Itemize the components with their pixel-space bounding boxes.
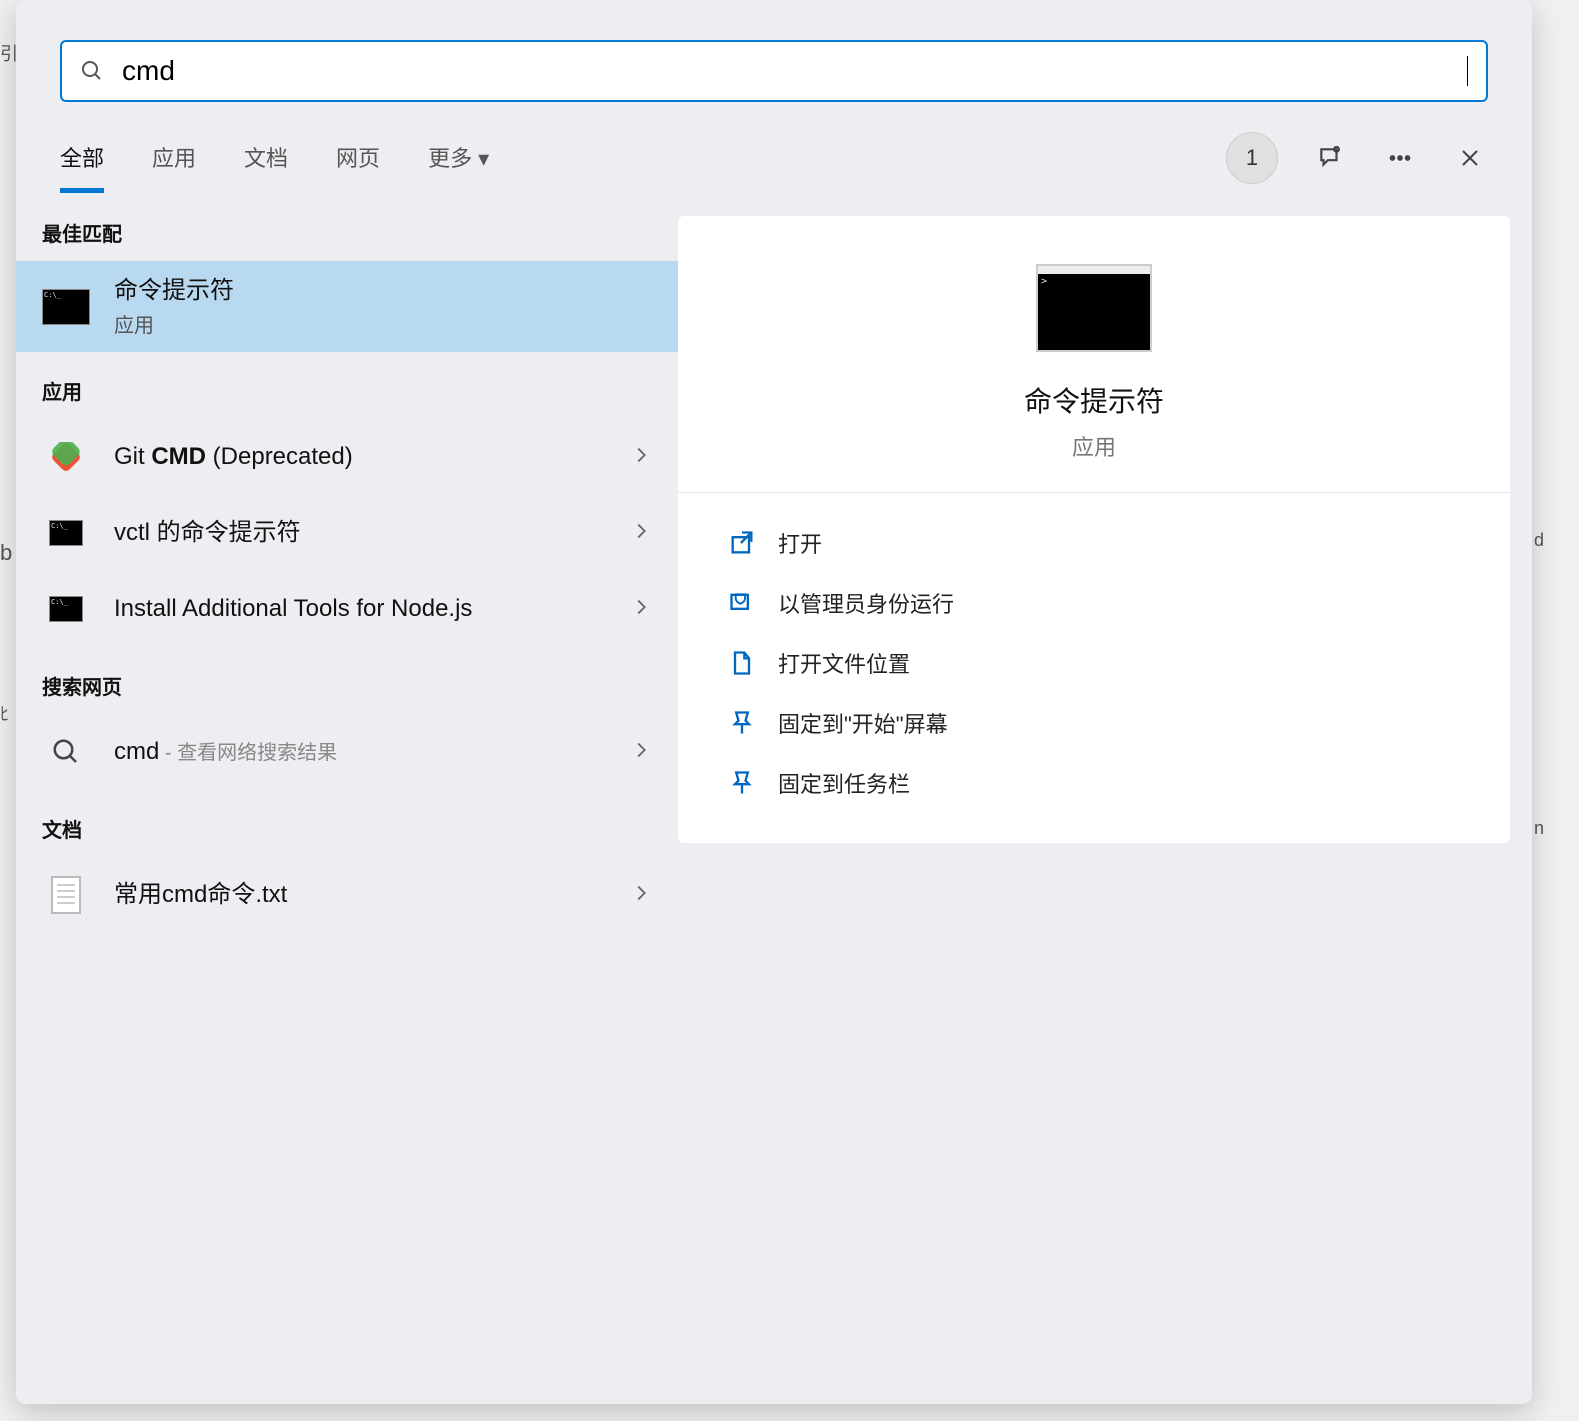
shield-icon — [728, 589, 756, 617]
text-caret — [1467, 56, 1468, 86]
folder-icon — [728, 649, 756, 677]
action-open-location[interactable]: 打开文件位置 — [708, 633, 1480, 693]
search-input[interactable]: cmd — [122, 55, 1453, 87]
more-options-icon[interactable] — [1382, 140, 1418, 176]
preview-thumbnail — [1036, 264, 1152, 352]
chevron-down-icon: ▾ — [478, 146, 489, 171]
tab-web[interactable]: 网页 — [336, 123, 380, 193]
cmd-icon — [42, 283, 90, 331]
action-label: 固定到任务栏 — [778, 767, 910, 799]
section-search-web: 搜索网页 — [16, 647, 678, 714]
result-app-node-tools[interactable]: Install Additional Tools for Node.js — [16, 571, 678, 647]
preview-type: 应用 — [1072, 430, 1116, 462]
cmd-icon — [42, 509, 90, 557]
results-column: 最佳匹配 命令提示符 应用 应用 Git CMD (Deprecated) — [16, 194, 678, 1404]
section-best-match: 最佳匹配 — [16, 194, 678, 261]
filter-tabs: 全部 应用 文档 网页 更多▾ — [60, 123, 489, 193]
open-icon — [728, 529, 756, 557]
tab-all[interactable]: 全部 — [60, 123, 104, 193]
action-label: 以管理员身份运行 — [778, 587, 954, 619]
search-icon — [42, 728, 90, 776]
result-title: cmd - 查看网络搜索结果 — [114, 736, 606, 768]
chevron-right-icon — [630, 739, 652, 766]
action-pin-start[interactable]: 固定到"开始"屏幕 — [708, 693, 1480, 753]
result-title: Install Additional Tools for Node.js — [114, 593, 606, 625]
result-web-cmd[interactable]: cmd - 查看网络搜索结果 — [16, 714, 678, 790]
close-icon[interactable] — [1452, 140, 1488, 176]
result-document[interactable]: 常用cmd命令.txt — [16, 857, 678, 933]
rewards-badge[interactable]: 1 — [1226, 132, 1278, 184]
result-best-match[interactable]: 命令提示符 应用 — [16, 261, 678, 352]
windows-search-panel: cmd 全部 应用 文档 网页 更多▾ 1 最佳匹配 — [16, 0, 1532, 1404]
search-icon — [80, 59, 104, 83]
tab-more[interactable]: 更多▾ — [428, 123, 489, 193]
action-label: 固定到"开始"屏幕 — [778, 707, 948, 739]
tab-documents[interactable]: 文档 — [244, 123, 288, 193]
result-title: 命令提示符 — [114, 275, 652, 307]
section-apps: 应用 — [16, 352, 678, 419]
action-pin-taskbar[interactable]: 固定到任务栏 — [708, 753, 1480, 813]
chevron-right-icon — [630, 882, 652, 909]
document-icon — [42, 871, 90, 919]
action-label: 打开文件位置 — [778, 647, 910, 679]
result-title: vctl 的命令提示符 — [114, 517, 606, 549]
search-bar[interactable]: cmd — [60, 40, 1488, 102]
result-title: 常用cmd命令.txt — [114, 879, 606, 911]
preview-actions: 打开 以管理员身份运行 打开文件位置 固定到"开始"屏幕 — [708, 493, 1480, 813]
toolbar: 全部 应用 文档 网页 更多▾ 1 — [16, 122, 1532, 194]
action-run-admin[interactable]: 以管理员身份运行 — [708, 573, 1480, 633]
git-icon — [42, 433, 90, 481]
section-documents: 文档 — [16, 790, 678, 857]
cmd-icon — [42, 585, 90, 633]
feedback-icon[interactable] — [1312, 140, 1348, 176]
tab-apps[interactable]: 应用 — [152, 123, 196, 193]
chevron-right-icon — [630, 444, 652, 471]
result-subtitle: 应用 — [114, 309, 652, 338]
action-label: 打开 — [778, 527, 822, 559]
chevron-right-icon — [630, 596, 652, 623]
pin-icon — [728, 709, 756, 737]
action-open[interactable]: 打开 — [708, 513, 1480, 573]
result-title: Git CMD (Deprecated) — [114, 441, 606, 473]
chevron-right-icon — [630, 520, 652, 547]
pin-icon — [728, 769, 756, 797]
preview-column: 命令提示符 应用 打开 以管理员身份运行 打开文件位置 — [678, 194, 1532, 1404]
result-app-vctl[interactable]: vctl 的命令提示符 — [16, 495, 678, 571]
preview-title: 命令提示符 — [1024, 380, 1164, 420]
preview-card: 命令提示符 应用 打开 以管理员身份运行 打开文件位置 — [678, 216, 1510, 843]
result-app-git-cmd[interactable]: Git CMD (Deprecated) — [16, 419, 678, 495]
